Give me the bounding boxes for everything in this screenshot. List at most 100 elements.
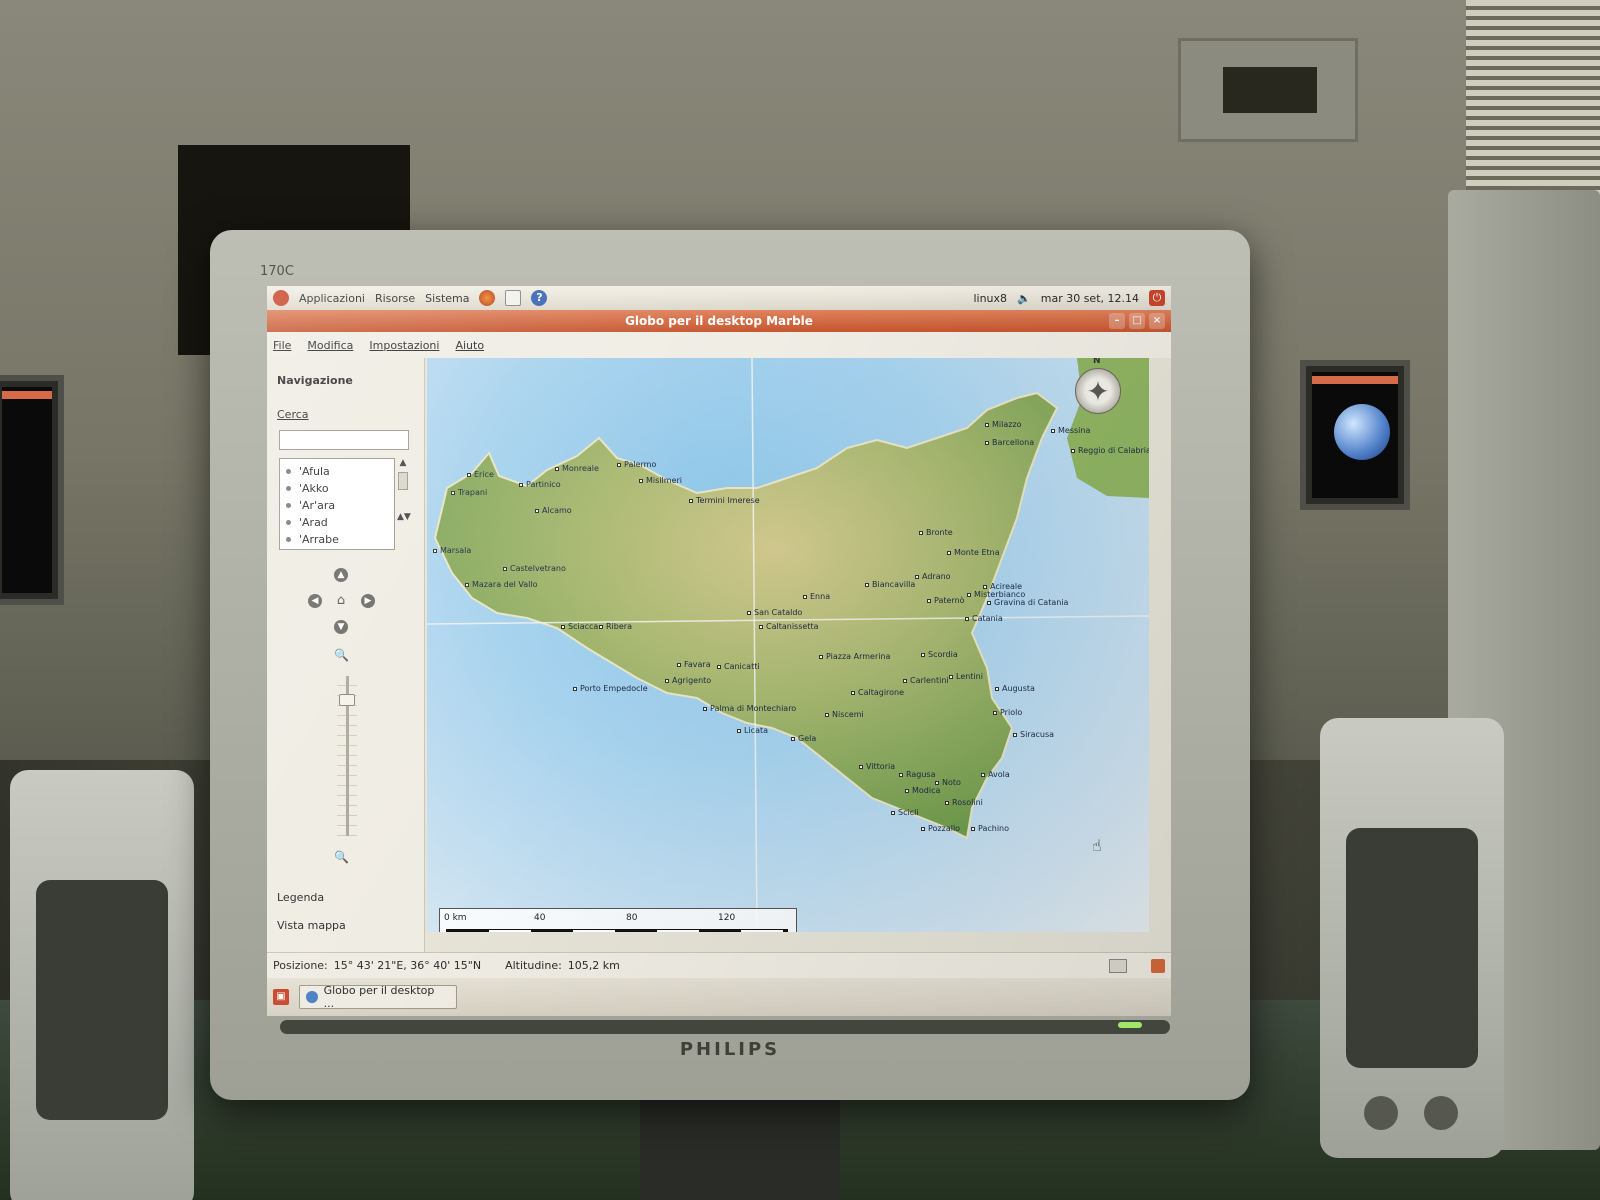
results-scrollbar[interactable]: ▲ ▲▼ — [397, 458, 411, 550]
city-label[interactable]: Acireale — [983, 582, 1022, 591]
city-label[interactable]: Rosolini — [945, 798, 983, 807]
volume-icon[interactable]: 🔈 — [1017, 292, 1031, 305]
zoom-in-icon[interactable]: 🔍 — [334, 648, 349, 662]
city-label[interactable]: Caltanissetta — [759, 622, 818, 631]
city-label[interactable]: Gravina di Catania — [987, 598, 1068, 607]
zoom-slider-handle[interactable] — [339, 694, 355, 706]
menu-modifica[interactable]: Modifica — [307, 339, 353, 352]
menu-file[interactable]: File — [273, 339, 291, 352]
zoom-out-icon[interactable]: 🔍 — [334, 850, 349, 864]
scroll-up-icon[interactable]: ▲ — [397, 458, 409, 468]
city-label[interactable]: Misilmeri — [639, 476, 682, 485]
city-label[interactable]: Erice — [467, 470, 494, 479]
menu-applicazioni[interactable]: Applicazioni — [299, 292, 365, 305]
city-label[interactable]: Siracusa — [1013, 730, 1054, 739]
city-label[interactable]: Modica — [905, 786, 940, 795]
scroll-thumb[interactable] — [398, 472, 408, 490]
tab-legenda[interactable]: Legenda — [277, 888, 324, 908]
map-view[interactable]: Erice Trapani Partinico Monreale Palermo Misi… — [427, 358, 1149, 932]
city-label[interactable]: Barcellona — [985, 438, 1034, 447]
city-label[interactable]: Avola — [981, 770, 1010, 779]
city-label[interactable]: Termini Imerese — [689, 496, 760, 505]
city-label[interactable]: Porto Empedocle — [573, 684, 648, 693]
username[interactable]: linux8 — [973, 292, 1007, 305]
list-item[interactable]: 'Afula — [286, 463, 388, 480]
city-label[interactable]: Enna — [803, 592, 830, 601]
search-input[interactable] — [279, 430, 409, 450]
menu-aiuto[interactable]: Aiuto — [455, 339, 484, 352]
city-label[interactable]: Ragusa — [899, 770, 936, 779]
city-label[interactable]: Scordia — [921, 650, 958, 659]
city-label[interactable]: Catania — [965, 614, 1003, 623]
city-label[interactable]: Marsala — [433, 546, 471, 555]
scroll-down-icon[interactable]: ▲▼ — [397, 512, 411, 522]
home-icon[interactable]: ⌂ — [334, 594, 348, 608]
navigation-heading[interactable]: Navigazione — [277, 374, 353, 387]
city-label[interactable]: Castelvetrano — [503, 564, 566, 573]
city-label[interactable]: Favara — [677, 660, 711, 669]
city-label[interactable]: Biancavilla — [865, 580, 915, 589]
menu-sistema[interactable]: Sistema — [425, 292, 469, 305]
help-icon[interactable]: ? — [531, 290, 548, 306]
city-label[interactable]: Vittoria — [859, 762, 895, 771]
city-label[interactable]: Gela — [791, 734, 816, 743]
city-label[interactable]: Partinico — [519, 480, 561, 489]
clock[interactable]: mar 30 set, 12.14 — [1041, 292, 1139, 305]
city-label[interactable]: Messina — [1051, 426, 1090, 435]
compass-icon[interactable] — [1075, 368, 1121, 414]
city-label[interactable]: Licata — [737, 726, 768, 735]
city-label[interactable]: Bronte — [919, 528, 953, 537]
city-label[interactable]: Paternò — [927, 596, 965, 605]
city-label[interactable]: Ribera — [599, 622, 632, 631]
city-label[interactable]: Niscemi — [825, 710, 864, 719]
city-label[interactable]: Adrano — [915, 572, 951, 581]
firefox-icon[interactable] — [479, 290, 496, 306]
ubuntu-logo-icon[interactable] — [273, 290, 289, 306]
city-label[interactable]: Augusta — [995, 684, 1035, 693]
maximize-icon[interactable]: □ — [1129, 313, 1145, 329]
menu-impostazioni[interactable]: Impostazioni — [369, 339, 439, 352]
mail-icon[interactable] — [505, 290, 522, 306]
workspace-switcher-icon[interactable] — [1109, 958, 1127, 973]
city-label[interactable]: Palma di Montechiaro — [703, 704, 796, 713]
list-item[interactable]: 'Ar'ara — [286, 497, 388, 514]
pan-down-icon[interactable]: ▼ — [334, 620, 348, 634]
city-label[interactable]: Caltagirone — [851, 688, 904, 697]
city-label[interactable]: Sciacca — [561, 622, 598, 631]
city-label[interactable]: San Cataldo — [747, 608, 802, 617]
list-item[interactable]: 'Akko — [286, 480, 388, 497]
city-label[interactable]: Pozzallo — [921, 824, 960, 833]
city-label[interactable]: Monte Etna — [947, 548, 1000, 557]
show-desktop-icon[interactable]: ▣ — [273, 989, 289, 1005]
pan-up-icon[interactable]: ▲ — [334, 568, 348, 582]
city-label[interactable]: Palermo — [617, 460, 656, 469]
city-label[interactable]: Piazza Armerina — [819, 652, 890, 661]
city-label[interactable]: Mazara del Vallo — [465, 580, 538, 589]
taskbar-item-marble[interactable]: Globo per il desktop ... — [299, 984, 457, 1010]
city-label[interactable]: Milazzo — [985, 420, 1022, 429]
city-label[interactable]: Priolo — [993, 708, 1022, 717]
city-label[interactable]: Noto — [935, 778, 961, 787]
tab-vista-mappa[interactable]: Vista mappa — [277, 916, 346, 936]
city-label[interactable]: Canicatti — [717, 662, 760, 671]
close-icon[interactable]: × — [1149, 313, 1165, 329]
trash-icon[interactable] — [1151, 958, 1165, 973]
power-icon[interactable]: ⏻ — [1149, 290, 1165, 306]
city-label[interactable]: Lentini — [949, 672, 983, 681]
city-label[interactable]: Trapani — [451, 488, 487, 497]
city-label[interactable]: Reggio di Calabria — [1071, 446, 1149, 455]
city-label[interactable]: Pachino — [971, 824, 1009, 833]
pan-left-icon[interactable]: ◀ — [308, 594, 322, 608]
pan-right-icon[interactable]: ▶ — [361, 594, 375, 608]
window-title-bar[interactable]: Globo per il desktop Marble – □ × — [267, 310, 1171, 332]
list-item[interactable]: 'Arrabe — [286, 531, 388, 548]
city-marker-icon — [759, 624, 763, 629]
list-item[interactable]: 'Arad — [286, 514, 388, 531]
minimize-icon[interactable]: – — [1109, 313, 1125, 329]
city-label[interactable]: Scicli — [891, 808, 919, 817]
city-label[interactable]: Alcamo — [535, 506, 572, 515]
city-label[interactable]: Agrigento — [665, 676, 711, 685]
city-label[interactable]: Monreale — [555, 464, 599, 473]
city-label[interactable]: Carlentini — [903, 676, 949, 685]
menu-risorse[interactable]: Risorse — [375, 292, 415, 305]
